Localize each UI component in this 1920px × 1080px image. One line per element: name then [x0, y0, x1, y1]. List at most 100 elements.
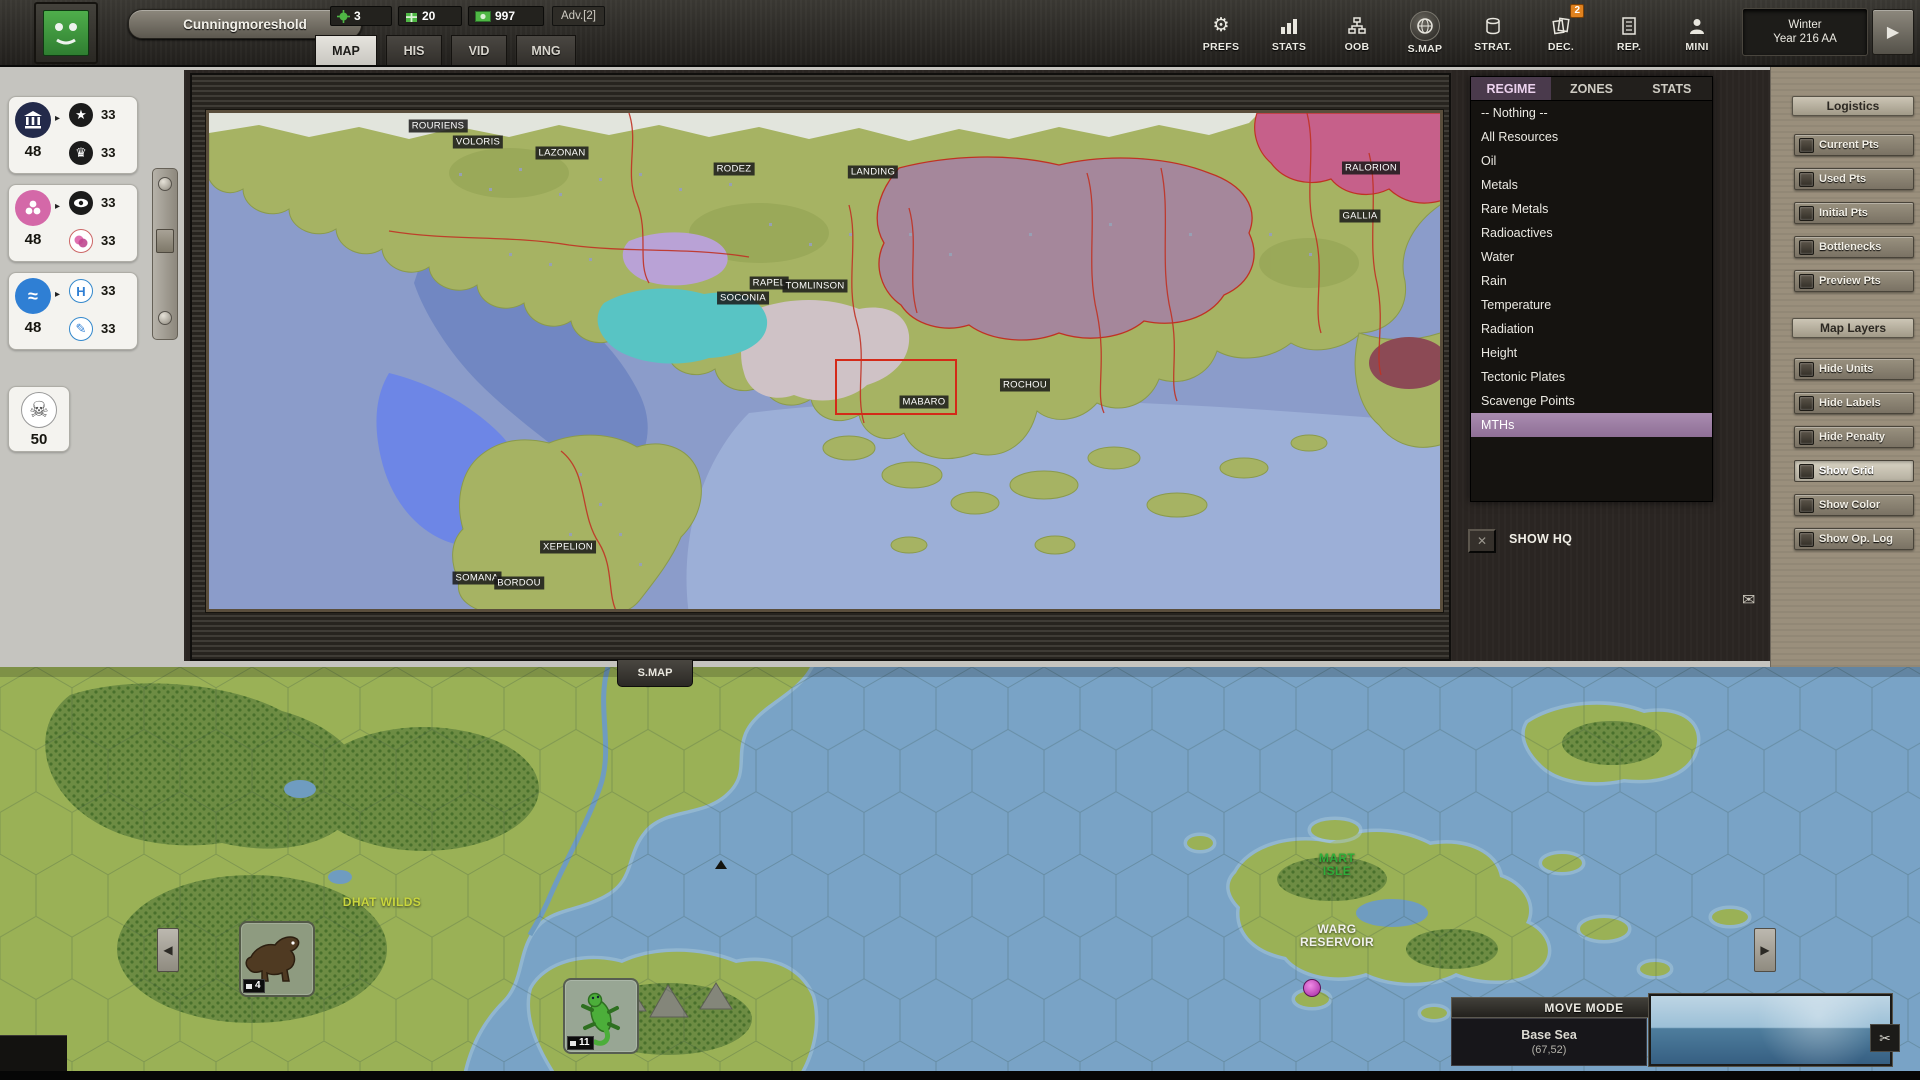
- maplayer-button-hide-penalty[interactable]: Hide Penalty: [1794, 426, 1914, 448]
- layer-item-mths[interactable]: MTHs: [1471, 413, 1712, 437]
- minimap-preview[interactable]: [1649, 994, 1892, 1066]
- toolbar-rep-button[interactable]: REP.: [1598, 3, 1660, 63]
- city-label[interactable]: LAZONAN: [536, 147, 589, 160]
- toolbar-label: S.MAP: [1408, 43, 1443, 55]
- rail-knob[interactable]: [158, 311, 172, 325]
- panel-tab-zones[interactable]: ZONES: [1551, 77, 1631, 100]
- logistics-button-current-pts[interactable]: Current Pts: [1794, 134, 1914, 156]
- stat-value: 48: [13, 143, 53, 160]
- maplayer-button-show-grid[interactable]: Show Grid: [1794, 460, 1914, 482]
- toolbar-strat-button[interactable]: STRAT.: [1462, 3, 1524, 63]
- maplayer-button-show-op-log[interactable]: Show Op. Log: [1794, 528, 1914, 550]
- arrow-right-icon: ▶: [1760, 943, 1769, 957]
- logistics-button-initial-pts[interactable]: Initial Pts: [1794, 202, 1914, 224]
- rail-knob[interactable]: [158, 177, 172, 191]
- city-label[interactable]: GALLIA: [1339, 210, 1380, 223]
- envelope-icon[interactable]: ✉: [1742, 590, 1755, 610]
- logistics-button-bottlenecks[interactable]: Bottlenecks: [1794, 236, 1914, 258]
- next-turn-button[interactable]: ▶: [1872, 9, 1914, 55]
- tab-mng[interactable]: MNG: [516, 35, 576, 65]
- scissors-icon[interactable]: ✂: [1870, 1024, 1900, 1052]
- panel-tab-stats[interactable]: STATS: [1632, 77, 1712, 100]
- tab-map[interactable]: MAP: [315, 35, 377, 65]
- panel-tab-regime[interactable]: REGIME: [1471, 77, 1551, 100]
- city-label[interactable]: RODEZ: [714, 163, 755, 176]
- maplayer-button-hide-units[interactable]: Hide Units: [1794, 358, 1914, 380]
- org-chart-icon: [1344, 13, 1370, 39]
- chevron-right-icon[interactable]: ▸: [55, 289, 60, 300]
- layer-item[interactable]: Scavenge Points: [1471, 389, 1712, 413]
- city-label[interactable]: MABARO: [900, 396, 949, 409]
- toolbar-stats-button[interactable]: STATS: [1258, 3, 1320, 63]
- button-icon: [1799, 172, 1814, 187]
- layer-item[interactable]: Radioactives: [1471, 221, 1712, 245]
- layer-item[interactable]: Tectonic Plates: [1471, 365, 1712, 389]
- culture-icon: [15, 190, 51, 226]
- layer-item[interactable]: Oil: [1471, 149, 1712, 173]
- city-label[interactable]: XEPELION: [540, 541, 596, 554]
- layer-item[interactable]: Water: [1471, 245, 1712, 269]
- city-label[interactable]: RALORION: [1342, 162, 1400, 175]
- city-label[interactable]: TOMLINSON: [782, 280, 847, 293]
- region-label-warg-reservoir[interactable]: WARG RESERVOIR: [1295, 923, 1379, 949]
- toolbar-dec-button[interactable]: 2 DEC.: [1530, 3, 1592, 63]
- person-icon: [1684, 13, 1710, 39]
- show-hq-checkbox[interactable]: ✕: [1468, 529, 1496, 553]
- adv-tab[interactable]: Adv.[2]: [552, 6, 605, 26]
- toolbar-mini-button[interactable]: MINI: [1666, 3, 1728, 63]
- scroll-left-button[interactable]: ◀: [157, 928, 179, 972]
- toolbar-oob-button[interactable]: OOB: [1326, 3, 1388, 63]
- faction-emblem[interactable]: [34, 2, 98, 64]
- city-label[interactable]: SOCONIA: [717, 292, 769, 305]
- world-map[interactable]: DHAT WILDS MART ISLE WARG RESERVOIR 4: [0, 667, 1920, 1080]
- layer-item[interactable]: Height: [1471, 341, 1712, 365]
- city-label[interactable]: LANDING: [848, 166, 898, 179]
- adv-label: Adv.[2]: [561, 10, 596, 22]
- scroll-right-button[interactable]: ▶: [1754, 928, 1776, 972]
- smap-tab[interactable]: S.MAP: [617, 660, 693, 687]
- city-label[interactable]: ROCHOU: [1000, 379, 1050, 392]
- toolbar-prefs-button[interactable]: ⚙ PREFS: [1190, 3, 1252, 63]
- layer-item[interactable]: Rain: [1471, 269, 1712, 293]
- rail-button[interactable]: [156, 229, 174, 253]
- logistics-button-used-pts[interactable]: Used Pts: [1794, 168, 1914, 190]
- bar-chart-icon: [1276, 13, 1302, 39]
- button-label: Show Op. Log: [1819, 533, 1893, 545]
- strategic-map[interactable]: ROURIENS VOLORIS LAZONAN RODEZ LANDING R…: [206, 110, 1443, 612]
- chevron-right-icon[interactable]: ▸: [55, 201, 60, 212]
- maplayer-button-hide-labels[interactable]: Hide Labels: [1794, 392, 1914, 414]
- button-icon: [1799, 138, 1814, 153]
- layer-item[interactable]: Radiation: [1471, 317, 1712, 341]
- logistics-button-preview-pts[interactable]: Preview Pts: [1794, 270, 1914, 292]
- region-label-dhat-wilds[interactable]: DHAT WILDS: [337, 896, 427, 909]
- date-panel: Winter Year 216 AA: [1742, 8, 1868, 56]
- layer-item[interactable]: Rare Metals: [1471, 197, 1712, 221]
- tab-vid[interactable]: VID: [451, 35, 507, 65]
- move-mode-label: MOVE MODE: [1544, 1001, 1623, 1015]
- layer-item[interactable]: Temperature: [1471, 293, 1712, 317]
- toolbar-label: OOB: [1345, 41, 1370, 53]
- chevron-right-icon[interactable]: ▸: [55, 113, 60, 124]
- maplayer-button-show-color[interactable]: Show Color: [1794, 494, 1914, 516]
- button-label: Current Pts: [1819, 139, 1879, 151]
- unit-lizard[interactable]: 11: [563, 978, 639, 1054]
- stat-group-military: ≈ 48 ▸ H 33 ✎ 33: [8, 272, 138, 350]
- tab-his[interactable]: HIS: [386, 35, 442, 65]
- layer-item[interactable]: Metals: [1471, 173, 1712, 197]
- layer-item[interactable]: All Resources: [1471, 125, 1712, 149]
- pink-marker[interactable]: [1303, 979, 1321, 997]
- resource-value: 3: [354, 9, 361, 23]
- helmet-icon: H: [69, 279, 93, 303]
- region-label-mart-isle[interactable]: MART ISLE: [1307, 852, 1367, 878]
- stat-value: 50: [19, 431, 59, 448]
- button-icon: [1799, 396, 1814, 411]
- city-label[interactable]: ROURIENS: [409, 120, 468, 133]
- unit-beast[interactable]: 4: [239, 921, 315, 997]
- unit-flag-icon: [570, 1041, 576, 1046]
- layer-item[interactable]: -- Nothing --: [1471, 101, 1712, 125]
- city-label[interactable]: BORDOU: [494, 577, 544, 590]
- toolbar-smap-button[interactable]: S.MAP: [1394, 3, 1456, 63]
- city-label[interactable]: VOLORIS: [453, 136, 503, 149]
- strategic-map-svg[interactable]: [209, 113, 1443, 612]
- stat-value: 48: [13, 231, 53, 248]
